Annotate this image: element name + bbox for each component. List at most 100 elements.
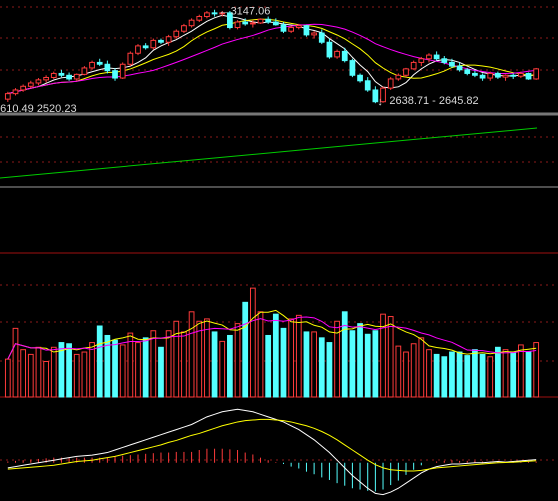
volume-bar [311, 331, 317, 398]
volume-bar [479, 353, 486, 398]
volume-bar [349, 330, 356, 398]
candle [341, 50, 348, 62]
volume-bar [119, 344, 126, 398]
candle [288, 27, 295, 32]
candle [280, 24, 287, 32]
candle [20, 85, 27, 91]
candle [150, 39, 157, 49]
candle [4, 93, 11, 100]
candle [464, 69, 471, 74]
candle [181, 25, 187, 32]
volume-bar [502, 349, 509, 398]
macd-dea-line [7, 418, 537, 472]
ma5-line [7, 14, 537, 95]
volume-bar [433, 353, 440, 398]
ma10-line [7, 18, 537, 95]
candle [66, 74, 72, 80]
candle [58, 72, 65, 76]
candle [12, 89, 19, 95]
candle [249, 22, 256, 25]
candle [525, 72, 532, 80]
high-marker: ← [219, 6, 230, 18]
volume-bar [326, 342, 333, 398]
volume-bar [472, 349, 478, 398]
volume-bar [73, 353, 80, 398]
candle [272, 21, 279, 26]
volume-bar [181, 331, 187, 398]
candle [334, 50, 340, 58]
candle [35, 79, 42, 84]
candle [27, 82, 34, 87]
candle [418, 58, 425, 63]
candle [96, 61, 103, 65]
volume-bar [4, 358, 11, 398]
volume-bar [303, 331, 310, 398]
candle [242, 21, 249, 25]
macd-dif-line [7, 408, 537, 496]
volume-bar [227, 334, 233, 398]
candle [487, 72, 494, 79]
volume-bar [295, 314, 302, 398]
high-price-label: 3147.06 [231, 6, 271, 18]
candle [502, 74, 509, 78]
volume-bar [219, 340, 226, 398]
candle [533, 68, 540, 80]
volume-bar [272, 313, 279, 398]
volume-bar [50, 346, 57, 398]
volume-bar [517, 344, 524, 398]
volume-bar [96, 325, 103, 398]
candle [265, 18, 272, 23]
candle [81, 67, 88, 75]
volume-bar [204, 318, 210, 398]
volume-bar [426, 349, 432, 398]
candle [142, 45, 149, 49]
volume-bar [441, 356, 448, 398]
candle [410, 61, 417, 70]
candle [395, 74, 402, 80]
volume-bar [242, 301, 249, 398]
volume-bar [43, 361, 49, 398]
volume-bar [410, 343, 417, 398]
candle [234, 21, 241, 29]
candle [158, 39, 164, 43]
candle [517, 72, 524, 77]
volume-bar [35, 346, 42, 398]
volume-bar [395, 345, 402, 398]
volume-bar [66, 343, 72, 398]
volume-bar [525, 351, 532, 398]
stock-chart: ← 3147.06 ↓ 2638.71 - 2645.82 2610.49 2520.2… [0, 6, 558, 496]
volume-bar [196, 320, 203, 398]
low-price-label: 2638.71 - 2645.82 [389, 95, 478, 107]
volume-bar [318, 337, 325, 398]
candle [311, 32, 317, 36]
candle [211, 12, 218, 15]
candle [257, 18, 264, 24]
volume-bar [81, 351, 88, 398]
candle [50, 72, 57, 78]
low-marker: ↓ [377, 96, 383, 108]
volume-bar [495, 346, 501, 398]
candle [403, 68, 409, 76]
volume-bar [387, 316, 394, 398]
candle [89, 61, 95, 69]
candle [173, 30, 180, 38]
candle [112, 70, 118, 79]
candle [433, 54, 440, 60]
candle [441, 58, 448, 63]
candle [204, 12, 210, 18]
candle [510, 74, 517, 77]
candle [119, 63, 126, 79]
volume-bar [449, 351, 455, 398]
volume-bar [418, 337, 425, 398]
candle [387, 78, 394, 89]
candle [318, 32, 325, 43]
candle [479, 74, 486, 79]
volume-bar [234, 323, 241, 398]
candle [326, 41, 333, 58]
volume-bar [89, 342, 95, 398]
volume-bar [165, 330, 172, 398]
candle [43, 76, 49, 81]
volume-bar [487, 356, 494, 398]
volume-bar [288, 318, 295, 398]
volume-bar [372, 330, 379, 398]
